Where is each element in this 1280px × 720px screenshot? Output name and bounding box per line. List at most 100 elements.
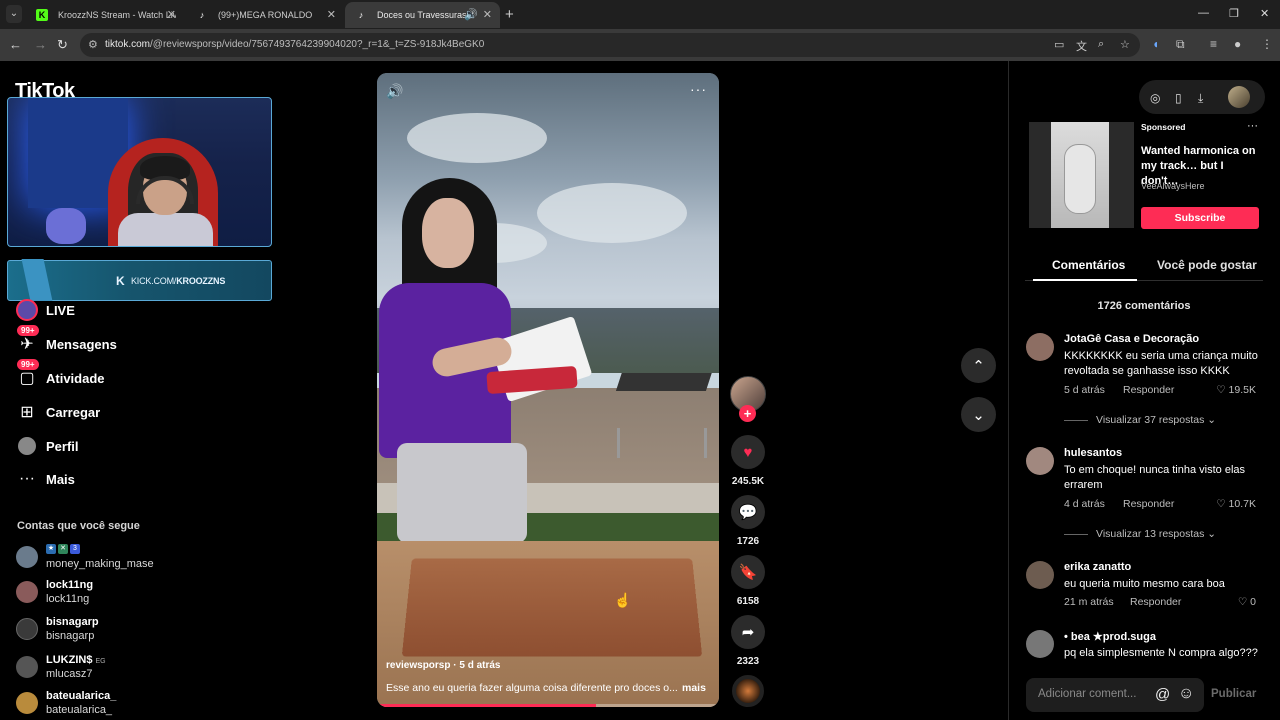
music-disc-icon[interactable] xyxy=(732,675,764,707)
comment-username[interactable]: hulesantos xyxy=(1064,447,1122,459)
avatar[interactable] xyxy=(1026,447,1054,475)
comment-like-button[interactable]: ♡ 10.7K xyxy=(1216,498,1256,510)
avatar[interactable] xyxy=(1026,333,1054,361)
tab-you-may-like[interactable]: Você pode gostar xyxy=(1157,258,1257,272)
tab-comments[interactable]: Comentários xyxy=(1052,258,1125,272)
coin-icon[interactable]: ◎ xyxy=(1150,91,1160,105)
forward-icon[interactable]: → xyxy=(34,37,47,52)
stream-webcam-overlay xyxy=(7,97,272,247)
view-replies-button[interactable]: Visualizar 13 respostas ⌄ xyxy=(1064,528,1216,540)
puzzle-icon[interactable]: ⧉ xyxy=(1176,37,1185,52)
kick-icon: K xyxy=(36,9,48,21)
caption-more-button[interactable]: mais xyxy=(682,682,706,694)
comment-username[interactable]: • bea ★prod.suga xyxy=(1064,630,1156,643)
like-button[interactable]: ♥ xyxy=(731,435,765,469)
volume-icon[interactable]: 🔊 xyxy=(386,83,403,100)
mention-icon[interactable]: @ xyxy=(1155,686,1170,703)
close-icon[interactable]: ✕ xyxy=(327,8,336,21)
translate-icon[interactable]: 文 xyxy=(1076,38,1087,54)
avatar[interactable] xyxy=(1026,630,1054,658)
address-toolbar: ← → ↻ ⚙ tiktok.com/@reviewsporsp/video/7… xyxy=(0,29,1280,61)
avatar[interactable] xyxy=(1026,561,1054,589)
close-icon[interactable]: ✕ xyxy=(167,8,176,21)
ad-more-icon[interactable]: ··· xyxy=(1247,120,1258,132)
zoom-icon[interactable]: ⌕ xyxy=(1098,38,1104,51)
speaker-icon[interactable]: 🔊 xyxy=(464,8,478,21)
nav-profile[interactable]: Perfil xyxy=(16,434,79,458)
nav-live[interactable]: LIVE xyxy=(16,298,75,322)
reply-button[interactable]: Responder xyxy=(1123,498,1174,510)
emoji-icon[interactable]: ☺ xyxy=(1178,685,1194,703)
nav-upload[interactable]: ⊞ Carregar xyxy=(16,400,100,424)
restore-icon[interactable]: ❐ xyxy=(1229,7,1239,20)
publish-button[interactable]: Publicar xyxy=(1211,688,1256,700)
ad-subscribe-button[interactable]: Subscribe xyxy=(1141,207,1259,229)
ad-thumbnail[interactable] xyxy=(1029,122,1134,228)
minimize-icon[interactable]: — xyxy=(1198,7,1209,19)
comment-username[interactable]: erika zanatto xyxy=(1064,561,1131,573)
new-tab-button[interactable]: + xyxy=(505,6,514,23)
comment-text: To em choque! nunca tinha visto elas err… xyxy=(1064,463,1260,493)
browser-tab-kick[interactable]: K KroozzNS Stream - Watch Live ✕ xyxy=(26,2,184,28)
user-avatar[interactable] xyxy=(1228,86,1250,108)
previous-video-button[interactable]: ⌃ xyxy=(961,348,996,383)
notification-badge: 99+ xyxy=(17,359,39,370)
comment-text: KKKKKKKK eu seria uma criança muito revo… xyxy=(1064,349,1260,379)
tab-search-button[interactable]: ⌄ xyxy=(6,5,22,23)
chevron-down-icon: ⌄ xyxy=(972,406,985,424)
cast-icon[interactable]: ▭ xyxy=(1054,38,1064,51)
nav-more[interactable]: ··· Mais xyxy=(16,467,75,491)
ad-brand[interactable]: VeeAlwaysHere xyxy=(1141,181,1205,191)
view-replies-button[interactable]: Visualizar 37 respostas ⌄ xyxy=(1064,414,1216,426)
comment-item: • bea ★prod.suga pq ela simplesmente N c… xyxy=(1026,630,1262,664)
save-button[interactable]: 🔖 xyxy=(731,555,765,589)
comment-input[interactable]: Adicionar coment... @ ☺ xyxy=(1026,678,1204,712)
next-video-button[interactable]: ⌄ xyxy=(961,397,996,432)
video-player[interactable]: 🔊 ··· reviewsporsp · 5 d atrás Esse ano … xyxy=(377,73,719,707)
browser-menu-icon[interactable]: ⋮ xyxy=(1261,37,1273,51)
tab-title: (99+)MEGA RONALDO xyxy=(218,10,312,20)
video-progress-fill xyxy=(377,704,596,707)
url-bar[interactable]: ⚙ tiktok.com/@reviewsporsp/video/7567493… xyxy=(80,33,1140,57)
close-window-icon[interactable]: ✕ xyxy=(1260,7,1269,20)
comment-username[interactable]: JotaGê Casa e Decoração xyxy=(1064,333,1199,345)
phone-icon[interactable]: ▯ xyxy=(1175,91,1182,105)
browser-tab-tiktok-active[interactable]: ♪ Doces ou Travessuras: Snow 🔊 ✕ xyxy=(345,2,500,28)
browser-tab-tiktok-1[interactable]: ♪ (99+)MEGA RONALDO ✕ xyxy=(186,2,344,28)
media-control-icon[interactable]: ≡ xyxy=(1210,37,1217,51)
more-icon: ··· xyxy=(16,468,38,490)
video-author[interactable]: reviewsporsp · 5 d atrás xyxy=(386,660,501,671)
profile-avatar-icon[interactable]: ● xyxy=(1234,37,1241,51)
tab-title: KroozzNS Stream - Watch Live xyxy=(58,10,176,20)
mouse-pointer-icon: ☝ xyxy=(614,592,631,609)
avatar xyxy=(16,618,38,640)
reload-icon[interactable]: ↻ xyxy=(57,37,68,53)
download-icon[interactable]: ⤓ xyxy=(1198,91,1203,106)
extension-icon[interactable]: ◖ xyxy=(1152,37,1159,51)
comment-like-button[interactable]: ♡ 19.5K xyxy=(1216,384,1256,396)
comment-count: 1726 xyxy=(718,536,778,547)
nav-messages[interactable]: ✈ 99+ Mensagens xyxy=(16,332,117,356)
nav-activity[interactable]: ▢ 99+ Atividade xyxy=(16,366,105,390)
comment-item: JotaGê Casa e Decoração KKKKKKKK eu seri… xyxy=(1026,333,1262,433)
reply-button[interactable]: Responder xyxy=(1123,384,1174,396)
close-icon[interactable]: ✕ xyxy=(483,8,492,21)
bookmark-icon: 🔖 xyxy=(739,563,758,581)
share-icon: ➦ xyxy=(742,623,755,641)
follow-button[interactable]: + xyxy=(739,405,756,422)
share-button[interactable]: ➦ xyxy=(731,615,765,649)
activity-icon: ▢ 99+ xyxy=(16,367,38,389)
browser-tab-bar: ⌄ K KroozzNS Stream - Watch Live ✕ ♪ (99… xyxy=(0,0,1280,29)
more-options-icon[interactable]: ··· xyxy=(690,81,707,97)
active-tab-indicator xyxy=(1033,279,1137,281)
bookmark-star-icon[interactable]: ☆ xyxy=(1120,38,1130,51)
comment-like-button[interactable]: ♡ 0 xyxy=(1238,596,1256,608)
chevron-down-icon: ⌄ xyxy=(1207,414,1216,426)
site-info-icon[interactable]: ⚙ xyxy=(88,38,98,51)
comment-button[interactable]: 💬 xyxy=(731,495,765,529)
reply-button[interactable]: Responder xyxy=(1130,596,1181,608)
heart-outline-icon: ♡ xyxy=(1216,384,1228,396)
back-icon[interactable]: ← xyxy=(9,37,22,52)
following-section-title: Contas que você segue xyxy=(17,520,140,532)
comment-time: 4 d atrás xyxy=(1064,498,1105,510)
